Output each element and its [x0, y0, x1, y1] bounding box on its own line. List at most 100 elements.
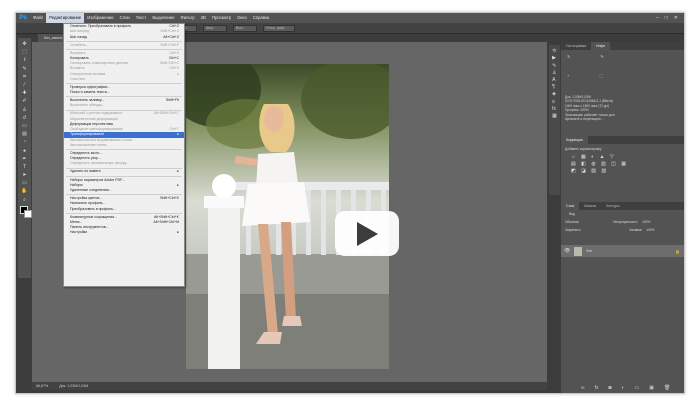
layer-name[interactable]: Фон	[582, 249, 596, 253]
refine-edge-button[interactable]: Уточн. край...	[263, 24, 295, 32]
menu-item[interactable]: Изображение	[84, 13, 116, 23]
stamp-icon[interactable]: ♙	[20, 106, 29, 113]
play-icon[interactable]: ▶	[552, 55, 557, 61]
blend-mode-select[interactable]: Обычные	[565, 220, 579, 224]
edit-menu-item: Автоналожение слоев...	[64, 143, 184, 148]
dodge-icon[interactable]: ●	[20, 147, 29, 154]
menu-item-label: Настройки	[70, 230, 88, 235]
menu-item[interactable]: Фильтр	[178, 13, 198, 23]
menu-item[interactable]: Текст	[133, 13, 150, 23]
properties-icon[interactable]: ≡	[552, 99, 557, 105]
tab-layers[interactable]: Слои	[561, 202, 580, 210]
brush-icon[interactable]: ✐	[20, 98, 29, 105]
menu-item-label: Вставить	[70, 66, 85, 71]
adjustment-layer-icon[interactable]: ◐	[622, 385, 625, 391]
type-icon[interactable]: T	[20, 163, 29, 170]
tab-channels[interactable]: Каналы	[579, 202, 601, 210]
lasso-icon[interactable]: ℓ	[20, 57, 29, 64]
shape-icon[interactable]: ▭	[20, 180, 29, 187]
quick-select-icon[interactable]: ✎	[20, 65, 29, 72]
zoom-icon[interactable]: ⌕	[20, 196, 29, 203]
swatches-icon[interactable]: ▦	[552, 113, 557, 119]
menu-separator	[66, 109, 182, 111]
width-field[interactable]: Шир.:	[203, 24, 227, 32]
history-icon[interactable]: ⟲	[552, 48, 557, 54]
paragraph-icon[interactable]: ¶	[552, 84, 557, 90]
new-layer-icon[interactable]: ▣	[649, 385, 654, 391]
tab-adjustments[interactable]: Коррекция	[561, 136, 588, 145]
color-swatches[interactable]	[19, 205, 32, 218]
video-play-button[interactable]	[335, 211, 399, 256]
edit-menu-item[interactable]: Удалить из памяти ▸	[64, 169, 184, 174]
edit-menu-item[interactable]: Настройки ▸	[64, 230, 184, 235]
edit-menu-item[interactable]: Шаг назад Alt+Ctrl+Z	[64, 35, 184, 40]
eyedropper-icon[interactable]: ⁄	[20, 82, 29, 89]
opacity-label: Непрозрачность:	[613, 220, 639, 224]
menu-item[interactable]: Файл	[30, 13, 46, 23]
menu-item-shortcut: ▸	[177, 169, 179, 174]
fx-icon[interactable]: fx	[595, 385, 599, 391]
crop-icon[interactable]: ⌗	[20, 73, 29, 80]
hand-icon[interactable]: ✋	[20, 188, 29, 195]
adjustments-panel-tabs: Коррекция	[561, 136, 684, 145]
menu-item-label: Вырезать	[70, 50, 86, 55]
styles-icon[interactable]: fx	[552, 106, 557, 112]
tab-info[interactable]: Инфо	[591, 42, 611, 50]
pen-icon[interactable]: ✒	[20, 155, 29, 162]
menu-item-shortcut: ▸	[177, 230, 179, 235]
menu-item-label: Определить кисть...	[70, 150, 103, 155]
fill-value[interactable]: 100%	[646, 228, 654, 232]
path-select-icon[interactable]: ➤	[20, 172, 29, 179]
group-icon[interactable]: ▭	[635, 385, 640, 391]
tab-paths[interactable]: Контуры	[601, 202, 624, 210]
blur-icon[interactable]: ◔	[20, 139, 29, 146]
eyedropper-icon: ✎	[600, 54, 604, 59]
visibility-icon[interactable]: 👁	[564, 248, 570, 254]
menu-item-label: Масштаб с учетом содержимого	[70, 111, 123, 116]
menu-item-label: Автоматическое выравнивание слоев...	[70, 137, 135, 142]
layer-blend-row: Обычные Непрозрачность: 100%	[565, 220, 650, 224]
info-line: Щелкните и перетащите...	[565, 117, 604, 122]
heal-icon[interactable]: ✚	[20, 90, 29, 97]
marquee-icon[interactable]: ⬚	[20, 49, 29, 56]
photoshop-window: Ps Файл Редактирование Изображение Слои Текс…	[15, 12, 685, 394]
edit-menu-item[interactable]: Удаленные соединения...	[64, 188, 184, 193]
menu-item-label: Марионеточная деформация	[70, 116, 118, 121]
zoom-level[interactable]: 66,67%	[36, 384, 48, 388]
height-field[interactable]: Выс.:	[233, 24, 257, 32]
character-icon[interactable]: A	[552, 77, 557, 83]
brush-panel-icon[interactable]: ✎	[552, 63, 557, 69]
menu-separator	[66, 212, 182, 214]
close-button[interactable]: ✕	[674, 15, 678, 21]
menu-item[interactable]: Редактирование	[46, 13, 85, 23]
menu-item[interactable]: Справка	[250, 13, 272, 23]
3d-icon[interactable]: ◈	[552, 91, 557, 97]
opacity-value[interactable]: 100%	[642, 220, 650, 224]
link-icon[interactable]: ∞	[581, 385, 585, 391]
tab-histogram[interactable]: Гистограмма	[561, 42, 591, 50]
menu-item[interactable]: Просмотр	[209, 13, 234, 23]
mask-icon[interactable]: ◙	[608, 385, 611, 391]
menu-separator	[66, 175, 182, 177]
menu-item[interactable]: Слои	[117, 13, 133, 23]
layer-filter[interactable]: Вид	[565, 212, 579, 216]
trash-icon[interactable]: 🗑	[664, 385, 670, 391]
history-brush-icon[interactable]: ↺	[20, 114, 29, 121]
edit-menu-item[interactable]: Поиск и замена текста...	[64, 90, 184, 95]
menu-item[interactable]: Окно	[234, 13, 250, 23]
layer-row[interactable]: 👁 Фон 🔒	[561, 245, 684, 257]
info-crosshairs: + ⬚	[561, 63, 684, 78]
clone-source-icon[interactable]: ♙	[552, 70, 557, 76]
menu-item-label: Наборы	[70, 182, 83, 187]
menu-item[interactable]: 3D	[198, 13, 209, 23]
edit-menu-item[interactable]: Преобразовать в профиль...	[64, 207, 184, 212]
adjustment-icons[interactable]: ☼ ▦ ◐ ▲ ▽ ▤ ◧ ◍ ▥ ◫ ▦ ◩ ◪ ▧ ▨	[561, 152, 684, 177]
menu-item-label: Удаленные соединения...	[70, 188, 112, 192]
minimize-button[interactable]: –	[656, 15, 659, 21]
menu-item[interactable]: Выделение	[149, 13, 177, 23]
gradient-icon[interactable]: ▤	[20, 131, 29, 138]
maximize-button[interactable]: □	[665, 15, 668, 21]
move-icon[interactable]: ✥	[20, 41, 29, 48]
background-color[interactable]	[23, 209, 32, 218]
eraser-icon[interactable]: ▭	[20, 122, 29, 129]
